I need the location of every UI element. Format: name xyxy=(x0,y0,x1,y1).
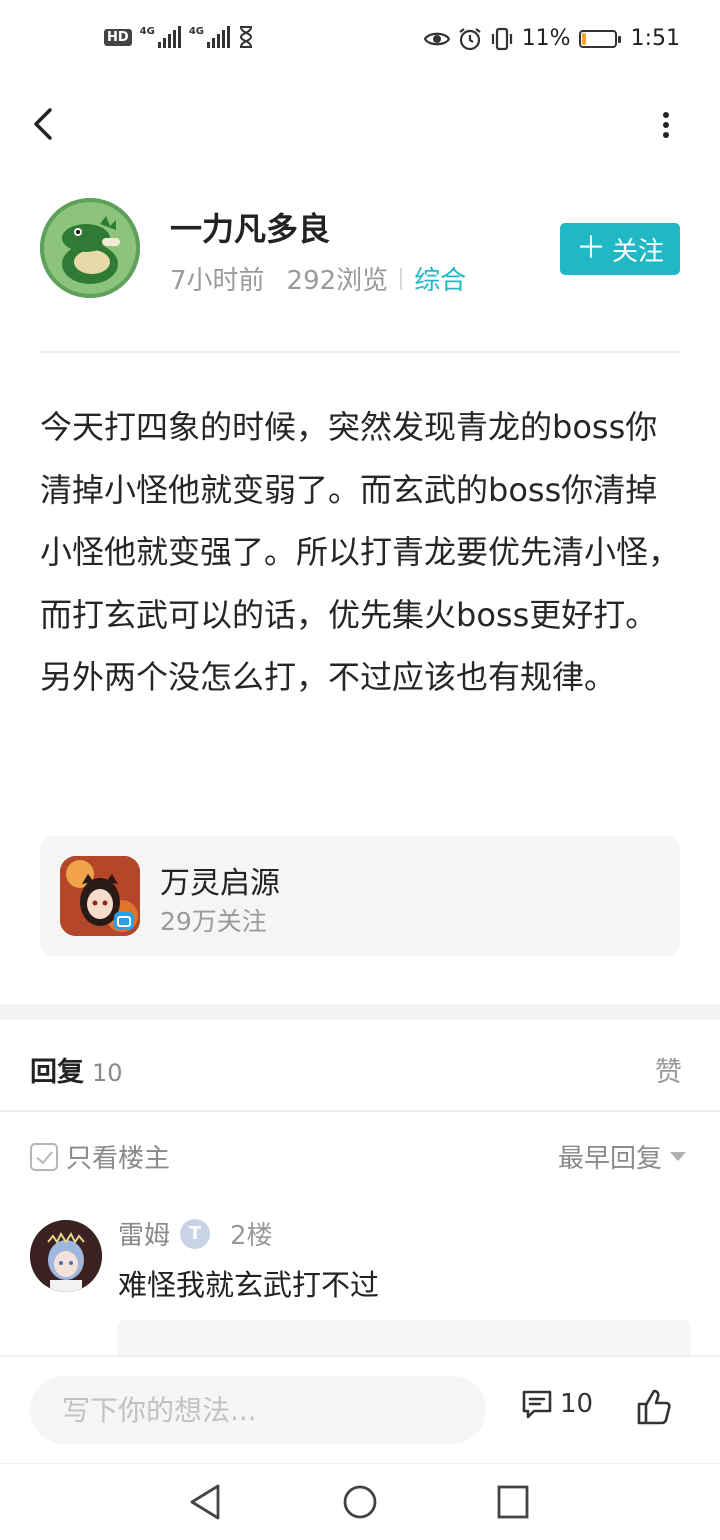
likes-tab[interactable]: 赞 xyxy=(655,1050,682,1089)
signal-icon-sim1: 4G xyxy=(140,26,181,48)
comments-count: 10 xyxy=(560,1389,594,1419)
only-op-toggle[interactable]: 只看楼主 xyxy=(30,1138,170,1175)
comments-button[interactable]: 10 xyxy=(520,1387,593,1421)
game-followers: 29万关注 xyxy=(160,907,267,936)
comment-text: 难怪我就玄武打不过 xyxy=(118,1268,380,1302)
floor-number: 2楼 xyxy=(230,1221,273,1251)
caret-down-icon xyxy=(670,1152,686,1161)
post-content: 今天打四象的时候，突然发现青龙的boss你清掉小怪他就变弱了。而玄武的boss你… xyxy=(40,408,681,696)
follow-button[interactable]: ＋ 关注 xyxy=(560,223,680,275)
battery-icon xyxy=(578,29,621,48)
view-count: 292浏览 xyxy=(286,266,389,296)
post-meta: 7小时前 292浏览 综合 xyxy=(170,260,466,297)
status-bar: HD 4G 4G 11% 1:51 xyxy=(0,0,720,84)
sort-dropdown[interactable]: 最早回复 xyxy=(558,1138,686,1175)
follow-label: 关注 xyxy=(611,236,664,267)
alarm-icon xyxy=(459,27,481,50)
game-icon xyxy=(60,856,140,936)
comment-author: 雷姆 T 2楼 xyxy=(118,1215,273,1252)
level-badge-icon: T xyxy=(180,1218,211,1249)
status-right: 11% 1:51 xyxy=(423,26,680,51)
clock: 1:51 xyxy=(630,26,680,51)
replies-header[interactable]: 回复 10 xyxy=(30,1050,123,1089)
commenter-name[interactable]: 雷姆 xyxy=(118,1215,170,1252)
nav-home-icon[interactable] xyxy=(342,1482,378,1522)
meta-divider xyxy=(400,267,403,290)
divider xyxy=(40,351,680,353)
hd-icon: HD xyxy=(104,28,132,46)
thumbs-up-icon xyxy=(637,1389,671,1425)
more-options-button[interactable] xyxy=(646,100,686,148)
status-left: HD 4G 4G xyxy=(104,26,254,48)
sort-label: 最早回复 xyxy=(557,1144,662,1174)
divider xyxy=(0,1110,720,1112)
plus-icon: ＋ xyxy=(575,231,606,266)
system-nav-bar xyxy=(0,1463,720,1540)
eye-icon xyxy=(423,32,450,45)
replies-count: 10 xyxy=(92,1059,123,1087)
battery-percent: 11% xyxy=(521,26,571,51)
checkbox-icon xyxy=(30,1142,58,1171)
nav-back-icon[interactable] xyxy=(188,1482,224,1522)
comment-input[interactable] xyxy=(30,1376,486,1444)
signal-icon-sim2: 4G xyxy=(189,26,231,48)
author-avatar[interactable] xyxy=(40,198,140,298)
category-link[interactable]: 综合 xyxy=(414,260,466,297)
replies-label: 回复 xyxy=(30,1057,84,1088)
bottom-action-bar: 10 xyxy=(0,1355,720,1463)
section-separator xyxy=(0,1004,720,1020)
comment-icon xyxy=(522,1390,552,1419)
user-avatar-icon xyxy=(30,1220,102,1292)
only-op-label: 只看楼主 xyxy=(66,1144,171,1174)
commenter-avatar[interactable] xyxy=(30,1220,102,1292)
more-vertical-icon xyxy=(663,112,669,138)
vibrate-icon xyxy=(491,27,512,50)
author-name[interactable]: 一力凡多良 xyxy=(170,204,330,250)
crocodile-avatar-icon xyxy=(40,198,140,298)
nav-recents-icon[interactable] xyxy=(496,1484,530,1520)
quoted-reply[interactable] xyxy=(118,1320,690,1360)
back-button[interactable] xyxy=(26,100,70,148)
like-button[interactable] xyxy=(636,1387,672,1427)
game-card[interactable]: 万灵启源 29万关注 xyxy=(40,836,680,956)
post-time: 7小时前 xyxy=(170,266,265,296)
hourglass-icon xyxy=(240,26,253,48)
chevron-left-icon xyxy=(34,108,52,140)
game-name: 万灵启源 xyxy=(160,866,280,901)
